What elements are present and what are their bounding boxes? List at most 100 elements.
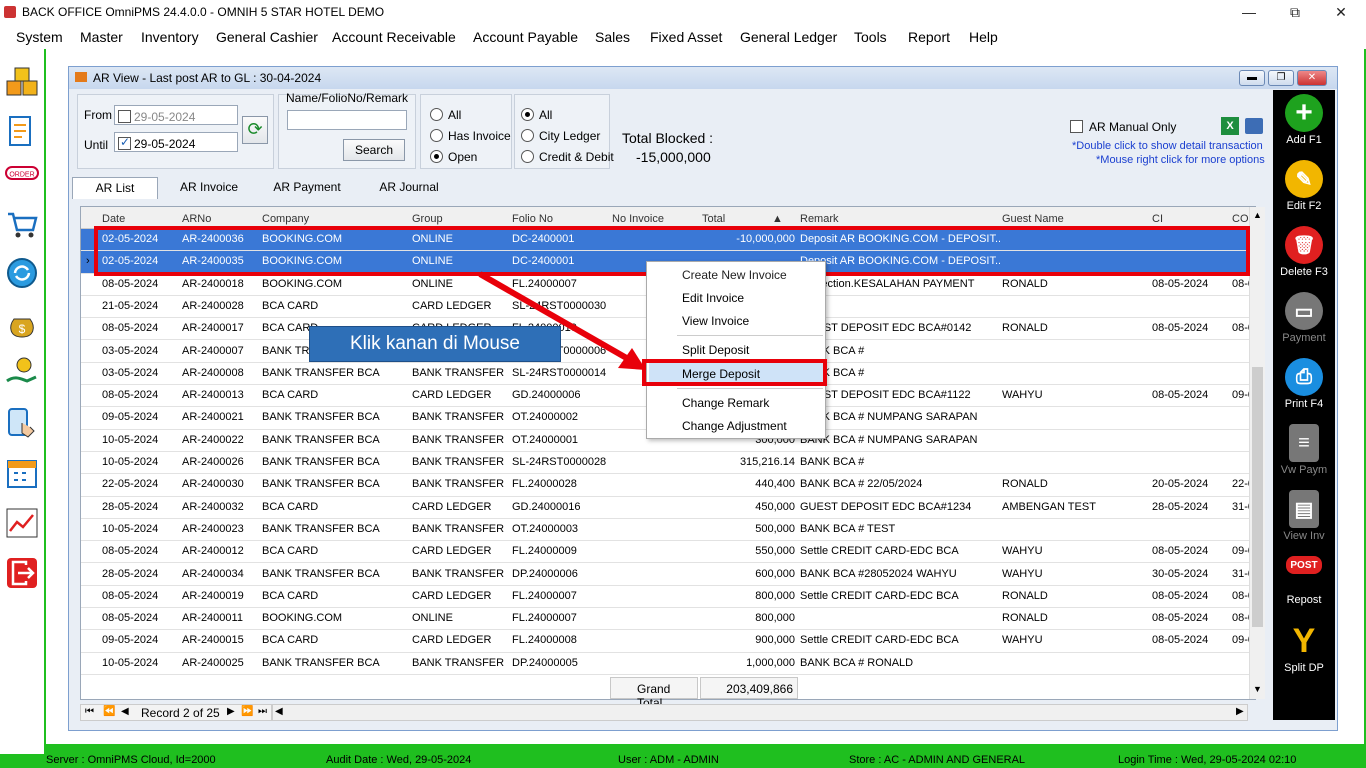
logout-icon[interactable] [4,555,40,591]
minimize-button[interactable]: — [1226,1,1272,23]
ctx-view-invoice[interactable]: View Invoice [682,314,749,328]
money-bag-icon[interactable]: $ [4,305,40,341]
calendar-icon[interactable] [4,455,40,491]
tab-ar-invoice[interactable]: AR Invoice [166,177,252,199]
printer-icon[interactable] [1245,118,1263,134]
print-button[interactable]: ⎙ Print F4 [1273,358,1335,410]
col-co[interactable]: CO [1232,213,1249,225]
name-search-input[interactable] [287,110,407,130]
cart-icon[interactable] [4,206,40,242]
nav-prev-icon[interactable]: ◀ [121,706,129,717]
ctx-edit-invoice[interactable]: Edit Invoice [682,291,744,305]
table-row[interactable]: 08-05-2024 AR-2400012 BCA CARD CARD LEDGER F… [81,541,1255,564]
ar-manual-only-checkbox[interactable] [1070,120,1083,133]
col-folio[interactable]: Folio No [512,213,553,225]
table-row[interactable]: 10-05-2024 AR-2400023 BANK TRANSFER BCA BAN… [81,519,1255,542]
col-total[interactable]: Total [702,213,725,225]
payment-button[interactable]: ▭ Payment [1273,292,1335,344]
search-button[interactable]: Search [343,139,405,161]
ctx-create-new-invoice[interactable]: Create New Invoice [682,268,787,282]
radio-open[interactable] [430,150,443,163]
until-date-field[interactable]: 29-05-2024 [114,132,238,152]
table-row[interactable]: 09-05-2024 AR-2400015 BCA CARD CARD LEDGER F… [81,630,1255,653]
child-minimize-button[interactable]: ▬ [1239,70,1265,86]
touch-icon[interactable] [4,405,40,441]
table-row[interactable]: 08-05-2024 AR-2400011 BOOKING.COM ONLINE FL.… [81,608,1255,631]
scroll-down-icon[interactable]: ▼ [1253,684,1262,694]
menu-master[interactable]: Master [80,29,123,45]
col-no-invoice[interactable]: No Invoice [612,213,664,225]
repost-button[interactable]: POST Repost [1273,556,1335,606]
radio-has-invoice[interactable] [430,129,443,142]
child-restore-button[interactable]: ❐ [1268,70,1294,86]
sync-icon[interactable] [4,255,40,291]
menu-system[interactable]: System [16,29,63,45]
maximize-button[interactable]: ⧉ [1272,1,1318,23]
tab-ar-journal[interactable]: AR Journal [364,177,454,199]
ctx-change-adjustment[interactable]: Change Adjustment [682,419,787,433]
menu-account-payable[interactable]: Account Payable [473,29,578,45]
scroll-left-icon[interactable]: ◀ [275,706,283,717]
tab-ar-list[interactable]: AR List [72,177,158,199]
menu-sales[interactable]: Sales [595,29,630,45]
col-group[interactable]: Group [412,213,443,225]
nav-next-icon[interactable]: ▶ [227,706,235,717]
table-row[interactable]: 10-05-2024 AR-2400025 BANK TRANSFER BCA BAN… [81,653,1255,675]
scroll-thumb[interactable] [1252,367,1263,627]
nav-first-icon[interactable]: ⏮ [85,706,94,717]
table-row[interactable]: 08-05-2024 AR-2400019 BCA CARD CARD LEDGER F… [81,586,1255,609]
radio-all-invoice[interactable] [430,108,443,121]
col-ci[interactable]: CI [1152,213,1163,225]
edit-button[interactable]: ✎ Edit F2 [1273,160,1335,212]
col-company[interactable]: Company [262,213,309,225]
tab-ar-payment[interactable]: AR Payment [262,177,352,199]
horizontal-scrollbar[interactable]: ◀ ▶ [272,704,1248,721]
table-cell: 1,000,000 [746,656,795,669]
hand-money-icon[interactable] [4,355,40,391]
split-dp-button[interactable]: Y Split DP [1273,622,1335,675]
close-button[interactable]: ✕ [1318,1,1364,23]
menu-report[interactable]: Report [908,29,950,45]
order-icon[interactable]: ORDER [4,161,40,191]
col-remark[interactable]: Remark [800,213,839,225]
radio-city-ledger[interactable] [521,129,534,142]
child-close-button[interactable]: ✕ [1297,70,1327,86]
nav-last-icon[interactable]: ⏭ [258,706,267,717]
scroll-up-icon[interactable]: ▲ [1253,210,1262,220]
table-cell: DP.24000005 [512,656,578,669]
vertical-scrollbar[interactable]: ▲ ▼ [1249,207,1265,699]
nav-next-page-icon[interactable]: ⏩ [241,706,253,717]
table-row[interactable]: 28-05-2024 AR-2400034 BANK TRANSFER BCA BAN… [81,564,1255,586]
delete-button[interactable]: 🗑 Delete F3 [1273,226,1335,278]
menu-help[interactable]: Help [969,29,998,45]
menu-inventory[interactable]: Inventory [141,29,199,45]
clipboard-icon[interactable] [4,113,40,149]
from-date-checkbox[interactable] [118,110,131,123]
menu-account-receivable[interactable]: Account Receivable [332,29,456,45]
table-row[interactable]: 28-05-2024 AR-2400032 BCA CARD CARD LEDGER G… [81,497,1255,519]
nav-prev-page-icon[interactable]: ⏪ [103,706,115,717]
menu-tools[interactable]: Tools [854,29,887,45]
boxes-icon[interactable] [4,65,40,101]
table-row[interactable]: 22-05-2024 AR-2400030 BANK TRANSFER BCA BAN… [81,474,1255,497]
menu-fixed-asset[interactable]: Fixed Asset [650,29,722,45]
col-arno[interactable]: ARNo [182,213,211,225]
radio-all-ledger[interactable] [521,108,534,121]
add-button[interactable]: + Add F1 [1273,94,1335,146]
until-date-checkbox[interactable] [118,135,131,150]
ctx-split-deposit[interactable]: Split Deposit [682,343,749,357]
ctx-change-remark[interactable]: Change Remark [682,396,769,410]
col-date[interactable]: Date [102,213,125,225]
scroll-right-icon[interactable]: ▶ [1236,706,1244,717]
chart-icon[interactable] [4,505,40,541]
view-invoice-button[interactable]: ▤ View Inv [1273,490,1335,542]
refresh-button[interactable]: ⟳ [242,116,268,144]
excel-export-icon[interactable]: X [1221,117,1239,135]
col-guest-name[interactable]: Guest Name [1002,213,1064,225]
menu-general-ledger[interactable]: General Ledger [740,29,837,45]
table-row[interactable]: 10-05-2024 AR-2400026 BANK TRANSFER BCA BAN… [81,452,1255,475]
view-payment-button[interactable]: ≡ Vw Paym [1273,424,1335,476]
menu-general-cashier[interactable]: General Cashier [216,29,318,45]
radio-credit-debit[interactable] [521,150,534,163]
from-date-field[interactable]: 29-05-2024 [114,105,238,125]
